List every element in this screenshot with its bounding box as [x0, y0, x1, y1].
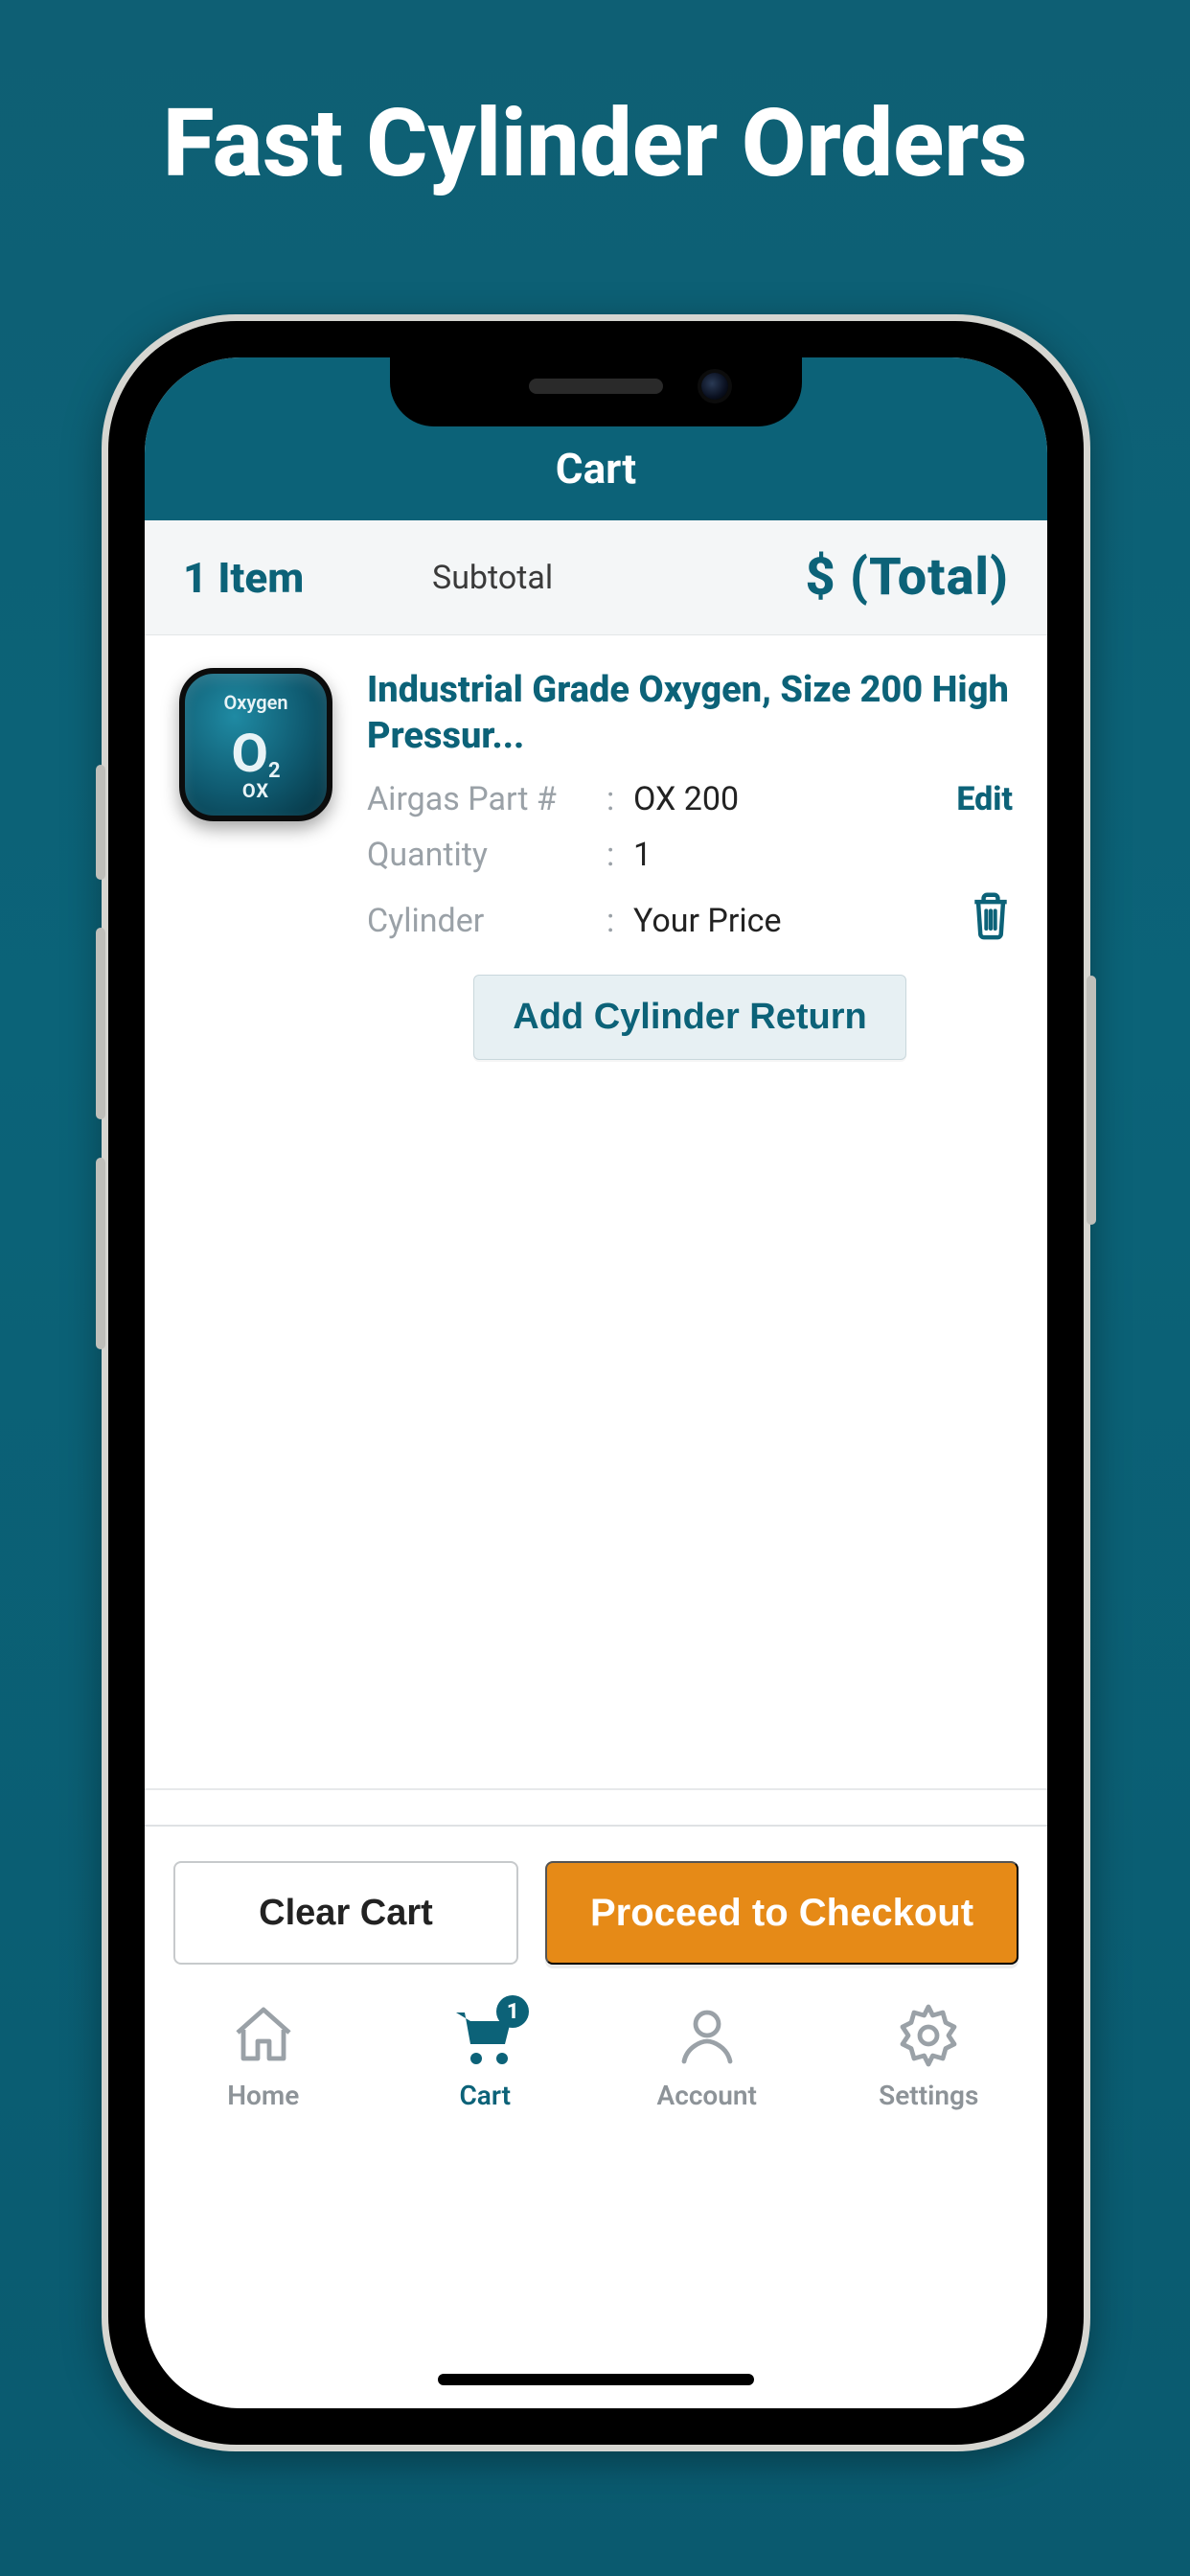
row-quantity: Quantity : 1 [367, 836, 1013, 874]
notch [390, 357, 802, 426]
tab-cart[interactable]: 1 Cart [375, 2001, 597, 2111]
row-part-number: Airgas Part # : OX 200 Edit [367, 780, 1013, 818]
trash-icon [969, 891, 1013, 941]
item-count: 1 Item [183, 553, 432, 603]
side-button [96, 928, 105, 1119]
label: Cylinder [367, 902, 606, 940]
delete-button[interactable] [969, 891, 1013, 950]
tab-account[interactable]: Account [596, 2001, 818, 2111]
label: Airgas Part # [367, 780, 606, 818]
app-bar-title: Cart [556, 444, 636, 494]
product-thumbnail[interactable]: Oxygen O2 OX [179, 668, 332, 821]
proceed-checkout-button[interactable]: Proceed to Checkout [545, 1861, 1018, 1965]
settings-icon [894, 2001, 963, 2070]
subtotal-row: 1 Item Subtotal $ (Total) [145, 520, 1047, 635]
cart-item: Oxygen O2 OX Industrial Grade Oxygen, Si… [145, 635, 1047, 1060]
promo-title: Fast Cylinder Orders [0, 0, 1190, 198]
tab-label: Settings [879, 2080, 978, 2111]
home-icon [229, 2001, 298, 2070]
home-indicator[interactable] [438, 2374, 754, 2385]
total-amount: $ (Total) [805, 547, 1009, 608]
cart-badge: 1 [496, 1995, 529, 2028]
side-button [1087, 976, 1096, 1225]
thumb-symbol: O2 [185, 722, 327, 785]
value: 1 [633, 836, 652, 874]
side-button [96, 1158, 105, 1349]
subtotal-label: Subtotal [432, 559, 553, 597]
screen: Cart 1 Item Subtotal $ (Total) Oxygen O2… [145, 357, 1047, 2408]
tab-label: Account [657, 2080, 757, 2111]
thumb-label-top: Oxygen [185, 691, 327, 714]
value: OX 200 [633, 780, 739, 818]
phone-frame: Cart 1 Item Subtotal $ (Total) Oxygen O2… [102, 314, 1090, 2451]
product-title[interactable]: Industrial Grade Oxygen, Size 200 High P… [367, 668, 1013, 759]
speaker-icon [529, 379, 663, 394]
footer-buttons: Clear Cart Proceed to Checkout [145, 1827, 1047, 1965]
tab-bar: Home 1 Cart [145, 1990, 1047, 2111]
cart-icon: 1 [450, 2001, 519, 2070]
tab-settings[interactable]: Settings [818, 2001, 1041, 2111]
thumb-label-bottom: OX [185, 779, 327, 802]
value: Your Price [633, 902, 782, 940]
account-icon [673, 2001, 742, 2070]
tab-label: Cart [459, 2080, 511, 2111]
clear-cart-button[interactable]: Clear Cart [173, 1861, 518, 1965]
tab-label: Home [227, 2080, 299, 2111]
side-button [96, 765, 105, 880]
add-cylinder-return-button[interactable]: Add Cylinder Return [473, 975, 905, 1060]
label: Quantity [367, 836, 606, 874]
camera-icon [701, 373, 728, 400]
tab-home[interactable]: Home [152, 2001, 375, 2111]
row-cylinder: Cylinder : Your Price [367, 891, 1013, 950]
edit-button[interactable]: Edit [956, 780, 1013, 818]
divider [145, 1788, 1047, 1790]
